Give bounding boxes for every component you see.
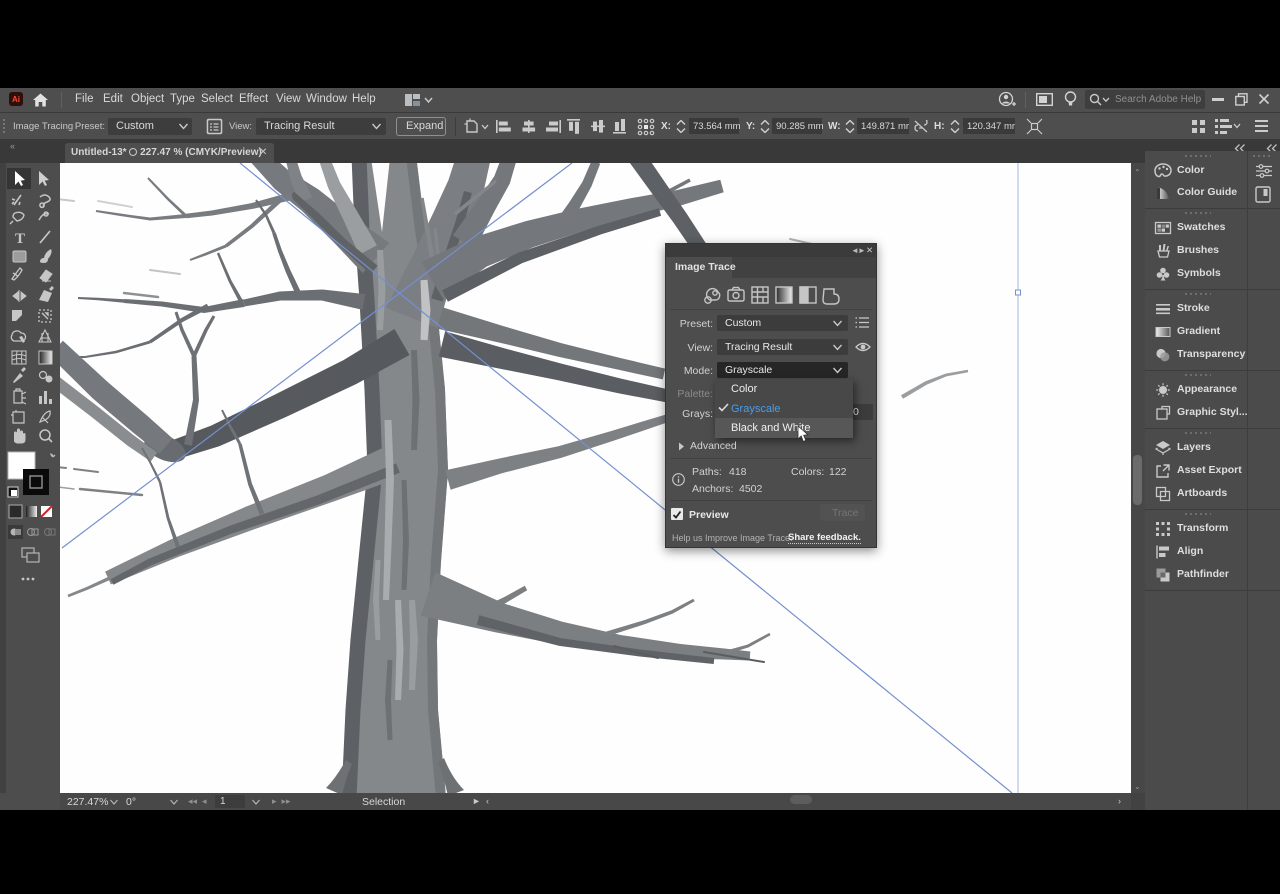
svg-text:T: T xyxy=(15,231,25,247)
